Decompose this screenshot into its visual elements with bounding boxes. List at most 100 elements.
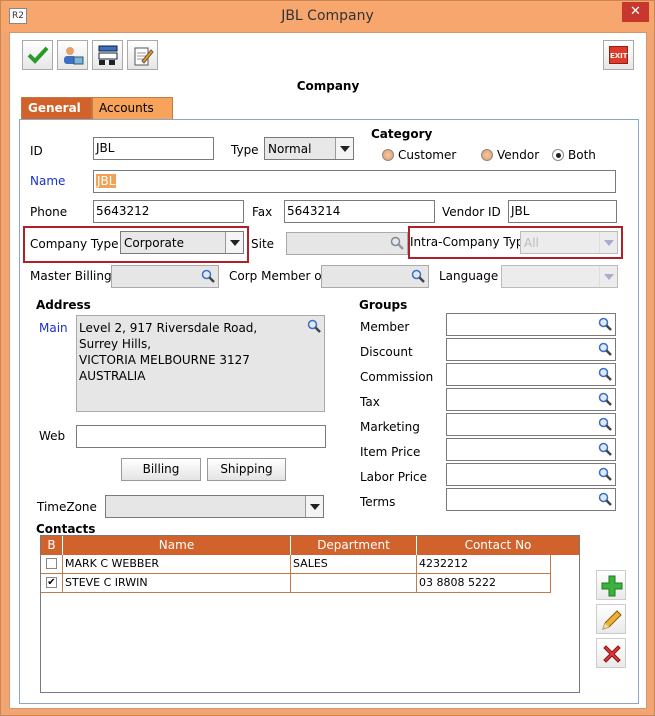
user-icon	[64, 47, 84, 65]
name-cell: MARK C WEBBER	[63, 555, 291, 574]
id-field[interactable]: JBL	[93, 137, 214, 160]
column-header-department[interactable]: Department	[291, 536, 417, 555]
group-label: Item Price	[360, 445, 421, 459]
main-address-field[interactable]: Level 2, 917 Riversdale Road, Surrey Hil…	[76, 315, 325, 412]
group-label: Labor Price	[360, 470, 428, 484]
edit-contact-button[interactable]	[596, 604, 626, 634]
chevron-down-icon[interactable]	[599, 266, 617, 287]
column-header-contact-no[interactable]: Contact No	[417, 536, 579, 555]
address-section-label: Address	[36, 298, 91, 312]
vendor-id-field[interactable]: JBL	[508, 200, 617, 223]
search-icon[interactable]	[598, 367, 612, 381]
language-label: Language	[439, 269, 499, 283]
search-icon[interactable]	[598, 392, 612, 406]
group-field[interactable]	[446, 338, 616, 361]
chevron-down-icon[interactable]	[305, 496, 323, 517]
group-field[interactable]	[446, 413, 616, 436]
corp-member-label: Corp Member of	[229, 269, 326, 283]
search-icon[interactable]	[411, 269, 425, 283]
category-both-radio[interactable]	[552, 149, 564, 161]
search-icon[interactable]	[598, 442, 612, 456]
category-customer-radio[interactable]	[382, 149, 394, 161]
group-label: Terms	[360, 495, 396, 509]
app-window: R2 JBL Company ✕ EXIT Company General Ac…	[0, 0, 655, 716]
column-header-name[interactable]: Name	[63, 536, 291, 555]
tab-accounts[interactable]: Accounts	[92, 97, 173, 119]
search-icon[interactable]	[201, 269, 215, 283]
master-billing-field[interactable]	[111, 265, 219, 288]
type-label: Type	[231, 143, 259, 157]
pencil-icon	[602, 610, 622, 630]
category-customer-label: Customer	[398, 148, 457, 162]
shipping-button[interactable]: Shipping	[207, 458, 286, 481]
group-field[interactable]	[446, 388, 616, 411]
page-title: Company	[296, 79, 360, 93]
hierarchy-icon	[98, 45, 118, 65]
search-icon[interactable]	[598, 492, 612, 506]
add-contact-button[interactable]	[596, 570, 626, 600]
tab-general[interactable]: General	[21, 97, 92, 119]
search-icon[interactable]	[598, 317, 612, 331]
contacts-section-label: Contacts	[36, 522, 96, 536]
group-label: Commission	[360, 370, 434, 384]
group-field[interactable]	[446, 488, 616, 511]
search-icon[interactable]	[307, 319, 321, 333]
fax-label: Fax	[252, 205, 273, 219]
chevron-down-icon[interactable]	[335, 138, 353, 159]
language-select[interactable]	[501, 265, 618, 288]
company-type-label: Company Type	[30, 237, 119, 251]
name-field[interactable]: JBL	[93, 170, 616, 193]
corp-member-field[interactable]	[321, 265, 429, 288]
group-label: Tax	[360, 395, 380, 409]
timezone-label: TimeZone	[37, 500, 97, 514]
contact-no-cell: 4232212	[417, 555, 551, 574]
group-field[interactable]	[446, 463, 616, 486]
group-field[interactable]	[446, 313, 616, 336]
intra-company-type-value: All	[524, 236, 539, 250]
site-field[interactable]	[286, 232, 408, 255]
department-cell	[291, 574, 417, 593]
web-field[interactable]	[76, 425, 326, 448]
delete-contact-button[interactable]	[596, 638, 626, 668]
address-line: AUSTRALIA	[79, 369, 146, 383]
window-title: JBL Company	[281, 8, 374, 24]
name-cell: STEVE C IRWIN	[63, 574, 291, 593]
checkbox-cell: ✔	[41, 574, 63, 593]
search-icon[interactable]	[598, 417, 612, 431]
type-select[interactable]: Normal	[264, 137, 354, 160]
address-line: Level 2, 917 Riversdale Road,	[79, 321, 258, 335]
intra-company-type-label: Intra-Company Type	[410, 235, 531, 249]
billing-button[interactable]: Billing	[121, 458, 201, 481]
title-bar: R2 JBL Company ✕	[1, 1, 654, 32]
layout-button[interactable]	[92, 40, 123, 70]
search-icon[interactable]	[598, 467, 612, 481]
user-lookup-button[interactable]	[57, 40, 88, 70]
chevron-down-icon[interactable]	[225, 232, 243, 253]
group-field[interactable]	[446, 363, 616, 386]
category-both-label: Both	[568, 148, 596, 162]
close-button[interactable]: ✕	[622, 2, 649, 22]
site-label: Site	[251, 237, 275, 251]
checkmark-icon	[27, 46, 49, 64]
category-vendor-label: Vendor	[497, 148, 540, 162]
search-icon[interactable]	[390, 236, 404, 250]
fax-field[interactable]: 5643214	[284, 200, 435, 223]
column-header-b[interactable]: B	[41, 536, 63, 555]
checkbox-cell	[41, 555, 63, 574]
timezone-select[interactable]	[105, 495, 324, 518]
category-vendor-radio[interactable]	[481, 149, 493, 161]
exit-button[interactable]: EXIT	[603, 40, 634, 70]
id-label: ID	[30, 144, 43, 158]
chevron-down-icon[interactable]	[599, 232, 617, 253]
save-button[interactable]	[22, 40, 53, 70]
group-field[interactable]	[446, 438, 616, 461]
edit-notes-button[interactable]	[127, 40, 158, 70]
type-select-value: Normal	[268, 142, 312, 156]
contact-checkbox[interactable]	[46, 558, 57, 569]
intra-company-type-select[interactable]: All	[520, 231, 618, 254]
company-type-select[interactable]: Corporate	[120, 231, 244, 254]
group-label: Member	[360, 320, 410, 334]
phone-field[interactable]: 5643212	[93, 200, 244, 223]
search-icon[interactable]	[598, 342, 612, 356]
contact-checkbox[interactable]: ✔	[46, 577, 57, 588]
